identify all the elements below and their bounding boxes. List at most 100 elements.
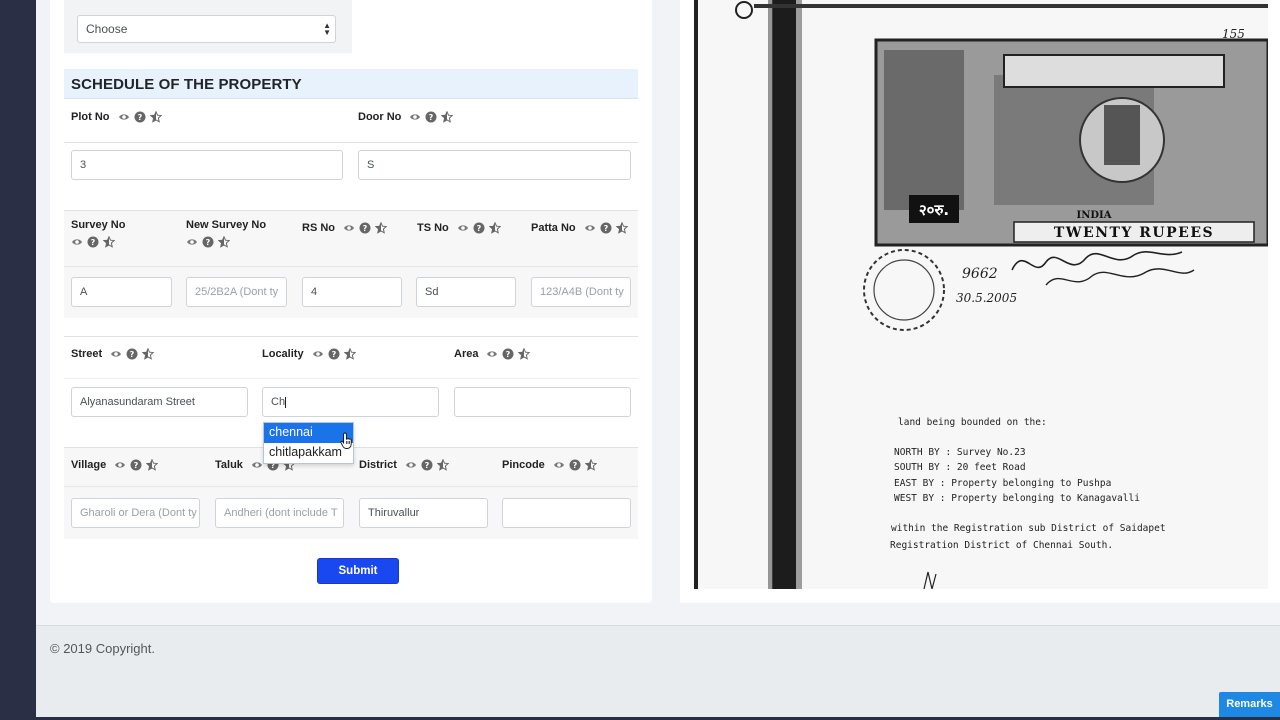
eye-icon[interactable] xyxy=(114,459,126,471)
district-input[interactable]: Thiruvallur xyxy=(359,498,488,528)
stamp-value-text: २०रु. xyxy=(919,201,949,219)
eye-icon[interactable] xyxy=(312,348,324,360)
stamp-country-text: INDIA xyxy=(1077,210,1112,221)
eye-icon[interactable] xyxy=(405,459,417,471)
patta-no-input[interactable]: 123/A4B (Dont ty xyxy=(531,277,631,307)
ts-no-label-group: TS No ? xyxy=(417,222,501,234)
row-divider xyxy=(64,378,638,379)
locality-input[interactable]: Ch xyxy=(262,387,439,417)
eye-icon[interactable] xyxy=(71,236,83,248)
svg-text:?: ? xyxy=(331,350,336,359)
question-circle-icon[interactable]: ? xyxy=(126,348,138,360)
star-half-icon[interactable] xyxy=(218,236,230,248)
question-circle-icon[interactable]: ? xyxy=(473,222,485,234)
taluk-input[interactable]: Andheri (dont include T xyxy=(215,498,344,528)
rs-no-label-group: RS No ? xyxy=(302,222,387,234)
survey-no-label-group: Survey No ? xyxy=(71,219,125,248)
pincode-label-group: Pincode ? xyxy=(502,459,597,471)
new-survey-no-label-group: New Survey No ? xyxy=(186,219,266,248)
row-divider xyxy=(64,266,638,267)
rs-no-input[interactable]: 4 xyxy=(302,277,402,307)
star-half-icon[interactable] xyxy=(142,348,155,360)
pincode-input[interactable] xyxy=(502,498,631,528)
section-title: SCHEDULE OF THE PROPERTY xyxy=(64,69,638,99)
ts-no-label: TS No xyxy=(417,222,449,234)
plot-no-label: Plot No xyxy=(71,111,110,123)
star-half-icon[interactable] xyxy=(146,459,159,471)
question-circle-icon[interactable]: ? xyxy=(425,111,437,123)
new-survey-no-label: New Survey No xyxy=(186,219,267,231)
eye-icon[interactable] xyxy=(118,111,130,123)
village-input[interactable]: Gharoli or Dera (Dont ty xyxy=(71,498,200,528)
star-half-icon[interactable] xyxy=(436,459,449,471)
choose-select-value: Choose xyxy=(86,22,128,36)
question-circle-icon[interactable]: ? xyxy=(328,348,340,360)
stamp-corner-number: 155 xyxy=(1222,27,1245,41)
patta-no-label-group: Patta No ? xyxy=(531,222,628,234)
scanned-document-image: २०रु. TWENTY RUPEES INDIA 155 9662 30.5.… xyxy=(694,0,1268,589)
patta-no-label: Patta No xyxy=(531,222,576,234)
question-circle-icon[interactable]: ? xyxy=(130,459,142,471)
question-circle-icon[interactable]: ? xyxy=(421,459,433,471)
eye-icon[interactable] xyxy=(343,222,355,234)
svg-text:?: ? xyxy=(91,238,96,247)
star-half-icon[interactable] xyxy=(584,459,597,471)
eye-icon[interactable] xyxy=(457,222,469,234)
eye-icon[interactable] xyxy=(584,222,596,234)
star-half-icon[interactable] xyxy=(149,111,162,123)
question-circle-icon[interactable]: ? xyxy=(87,236,99,248)
eye-icon[interactable] xyxy=(186,236,198,248)
area-label-group: Area ? xyxy=(454,348,531,360)
village-label-group: Village ? xyxy=(71,459,159,471)
eye-icon[interactable] xyxy=(251,459,263,471)
submit-button[interactable]: Submit xyxy=(317,558,399,584)
document-line: EAST BY : Property belonging to Pushpa xyxy=(894,478,1111,489)
document-line: Registration District of Chennai South. xyxy=(890,540,1113,551)
street-input[interactable]: Alyanasundaram Street xyxy=(71,387,248,417)
question-circle-icon[interactable]: ? xyxy=(202,236,214,248)
question-circle-icon[interactable]: ? xyxy=(134,111,146,123)
footer-divider xyxy=(36,625,1280,626)
street-label: Street xyxy=(71,348,103,360)
eye-icon[interactable] xyxy=(409,111,421,123)
eye-icon[interactable] xyxy=(553,459,565,471)
ts-no-input[interactable]: Sd xyxy=(416,277,516,307)
question-circle-icon[interactable]: ? xyxy=(502,348,514,360)
eye-icon[interactable] xyxy=(110,348,122,360)
remarks-button[interactable]: Remarks xyxy=(1219,692,1280,717)
star-half-icon[interactable] xyxy=(343,348,356,360)
choose-select[interactable]: Choose ▲ ▼ xyxy=(77,15,336,43)
left-sidebar-rail xyxy=(0,0,36,720)
star-half-icon[interactable] xyxy=(441,111,454,123)
svg-text:?: ? xyxy=(134,461,139,470)
star-half-icon[interactable] xyxy=(615,222,628,234)
taluk-label: Taluk xyxy=(215,459,243,471)
door-no-input[interactable]: S xyxy=(358,150,631,180)
svg-text:?: ? xyxy=(429,113,434,122)
street-label-group: Street ? xyxy=(71,348,155,360)
area-label: Area xyxy=(454,348,479,360)
district-label-group: District ? xyxy=(359,459,449,471)
door-no-label: Door No xyxy=(358,111,402,123)
text-caret xyxy=(285,396,287,408)
star-half-icon[interactable] xyxy=(103,236,115,248)
row-divider xyxy=(64,142,638,143)
svg-text:?: ? xyxy=(363,224,368,233)
document-line: land being bounded on the: xyxy=(898,417,1047,428)
select-arrows-icon: ▲ ▼ xyxy=(323,21,331,37)
question-circle-icon[interactable]: ? xyxy=(600,222,612,234)
star-half-icon[interactable] xyxy=(488,222,501,234)
question-circle-icon[interactable]: ? xyxy=(569,459,581,471)
document-line: WEST BY : Property belonging to Kanagava… xyxy=(894,493,1140,504)
plot-no-input[interactable]: 3 xyxy=(71,150,343,180)
area-input[interactable] xyxy=(454,387,631,417)
plot-no-label-group: Plot No ? xyxy=(71,111,162,123)
star-half-icon[interactable] xyxy=(518,348,531,360)
eye-icon[interactable] xyxy=(486,348,498,360)
survey-no-input[interactable]: A xyxy=(71,277,172,307)
question-circle-icon[interactable]: ? xyxy=(359,222,371,234)
footer-copyright: © 2019 Copyright. xyxy=(50,641,155,656)
new-survey-no-input[interactable]: 25/2B2A (Dont ty xyxy=(186,277,287,307)
svg-text:?: ? xyxy=(137,113,142,122)
star-half-icon[interactable] xyxy=(375,222,387,234)
